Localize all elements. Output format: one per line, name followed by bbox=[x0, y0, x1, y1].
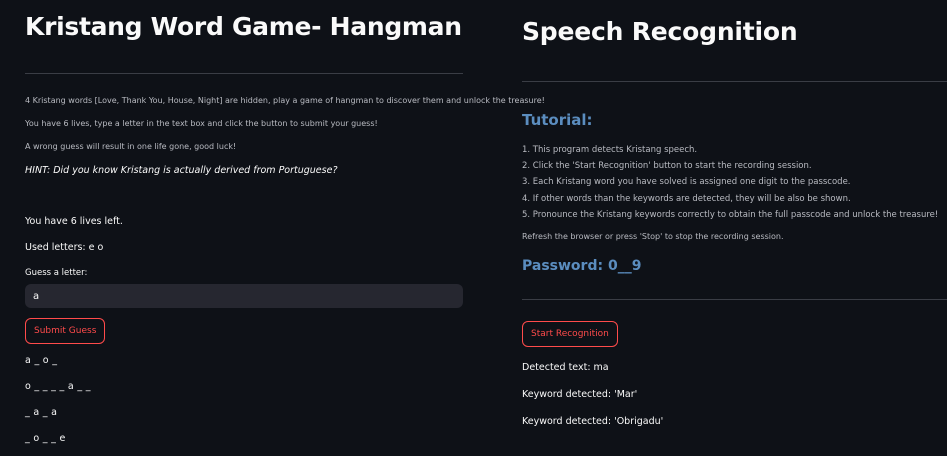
word-4: _ o _ _ e bbox=[25, 433, 66, 444]
lives-info-text: You have 6 lives, type a letter in the t… bbox=[25, 119, 378, 128]
start-recognition-button[interactable]: Start Recognition bbox=[522, 321, 618, 347]
guess-input[interactable] bbox=[25, 284, 463, 308]
tutorial-step: 2. Click the 'Start Recognition' button … bbox=[522, 161, 812, 172]
hint-text: HINT: Did you know Kristang is actually … bbox=[25, 165, 338, 176]
word-3: _ a _ a bbox=[25, 407, 58, 418]
intro-text: 4 Kristang words [Love, Thank You, House… bbox=[25, 96, 545, 105]
speech-title: Speech Recognition bbox=[522, 17, 798, 46]
keyword-detected-1: Keyword detected: 'Mar' bbox=[522, 389, 638, 400]
tutorial-title: Tutorial: bbox=[522, 111, 593, 129]
password-text: Password: 0__9 bbox=[522, 258, 642, 274]
speech-divider-top bbox=[522, 81, 947, 82]
guess-label: Guess a letter: bbox=[25, 268, 88, 278]
app-page: Kristang Word Game- Hangman 4 Kristang w… bbox=[0, 0, 947, 456]
tutorial-step: 5. Pronounce the Kristang keywords corre… bbox=[522, 209, 939, 220]
detected-text: Detected text: ma bbox=[522, 362, 609, 373]
hangman-title: Kristang Word Game- Hangman bbox=[25, 12, 462, 41]
word-2: o _ _ _ _ a _ _ bbox=[25, 381, 91, 392]
used-letters-text: Used letters: e o bbox=[25, 242, 104, 253]
tutorial-step: 3. Each Kristang word you have solved is… bbox=[522, 177, 851, 188]
refresh-note: Refresh the browser or press 'Stop' to s… bbox=[522, 232, 784, 241]
lives-left-text: You have 6 lives left. bbox=[25, 216, 123, 227]
tutorial-step: 1. This program detects Kristang speech. bbox=[522, 145, 698, 155]
submit-guess-button[interactable]: Submit Guess bbox=[25, 318, 106, 344]
word-1: a _ o _ bbox=[25, 355, 58, 366]
hangman-divider bbox=[25, 73, 463, 74]
speech-divider-bottom bbox=[522, 299, 947, 300]
keyword-detected-2: Keyword detected: 'Obrigadu' bbox=[522, 416, 664, 427]
tutorial-step: 4. If other words than the keywords are … bbox=[522, 193, 851, 204]
tutorial-steps: 1. This program detects Kristang speech.… bbox=[522, 142, 938, 223]
warning-text: A wrong guess will result in one life go… bbox=[25, 142, 237, 151]
